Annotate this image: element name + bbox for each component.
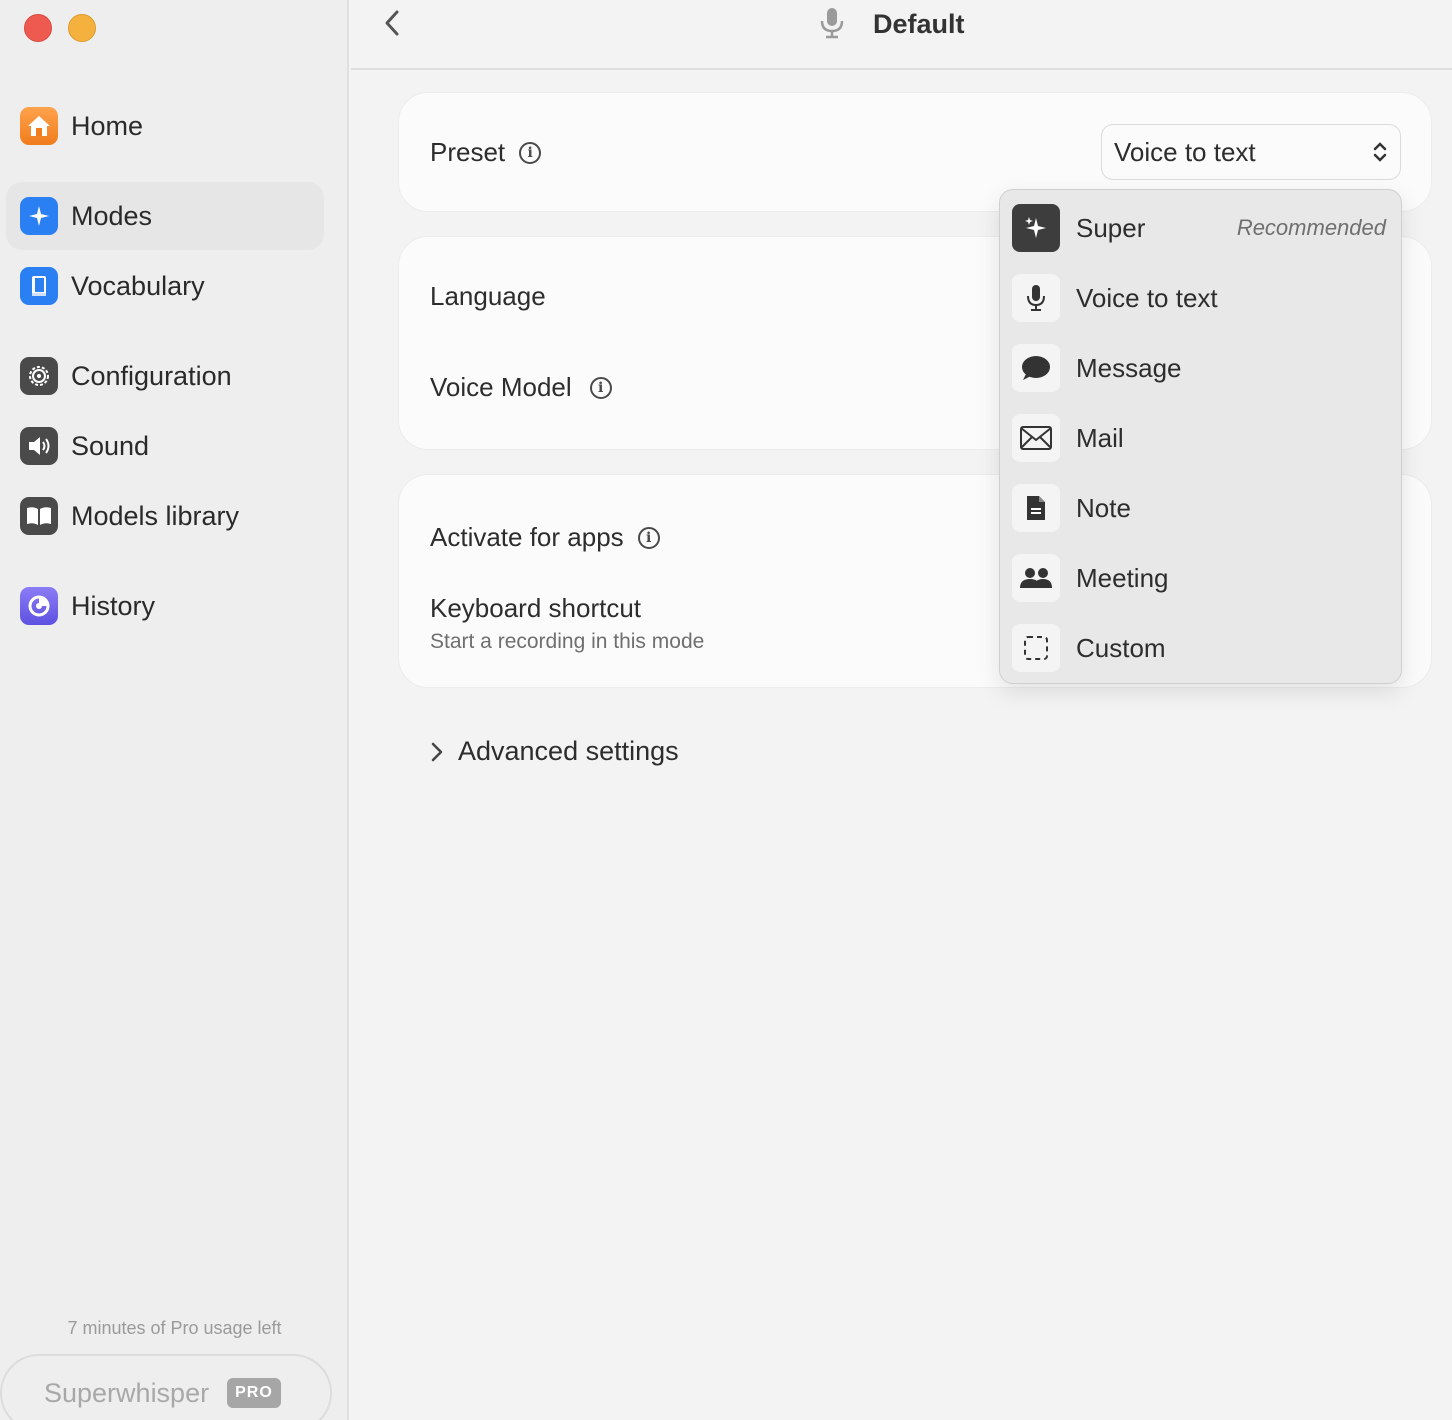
- menu-item-label: Meeting: [1076, 562, 1169, 593]
- gear-icon: [20, 357, 58, 395]
- dashed-square-icon: [1012, 624, 1060, 672]
- sidebar-item-label: Vocabulary: [71, 270, 205, 301]
- speaker-icon: [20, 427, 58, 465]
- sidebar-item-label: Configuration: [71, 360, 232, 391]
- usage-text: 7 minutes of Pro usage left: [67, 1318, 282, 1338]
- mic-icon: [819, 6, 845, 45]
- preset-row: Preset i: [430, 137, 542, 168]
- sidebar-item-home[interactable]: Home: [6, 92, 324, 160]
- page-title: Default: [873, 9, 965, 39]
- sidebar-item-label: Models library: [71, 500, 240, 531]
- activate-label: Activate for apps: [430, 522, 624, 552]
- sidebar-item-configuration[interactable]: Configuration: [6, 342, 324, 410]
- sidebar-item-vocabulary[interactable]: Vocabulary: [6, 252, 324, 320]
- menu-item-label: Custom: [1076, 632, 1166, 663]
- menu-item-label: Note: [1076, 492, 1131, 523]
- open-book-icon: [20, 497, 58, 535]
- sidebar-item-label: Sound: [71, 430, 150, 461]
- sidebar-item-label: Home: [71, 110, 144, 141]
- shortcut-label: Keyboard shortcut: [430, 593, 642, 623]
- menu-item-super[interactable]: Super Recommended: [1012, 199, 1392, 257]
- info-icon[interactable]: i: [589, 376, 612, 399]
- chevron-left-icon: [385, 10, 399, 36]
- sidebar-item-modes[interactable]: Modes: [6, 182, 324, 250]
- preset-select[interactable]: Voice to text: [1101, 124, 1401, 180]
- menu-item-label: Super: [1076, 212, 1146, 243]
- info-icon[interactable]: i: [519, 141, 542, 164]
- chat-bubble-icon: [1012, 344, 1060, 392]
- brand-name: Superwhisper: [44, 1377, 210, 1408]
- sidebar: Home Modes Vocabulary Configuration Soun…: [0, 0, 349, 1420]
- shortcut-sublabel: Start a recording in this mode: [430, 630, 705, 653]
- preset-label: Preset: [430, 137, 506, 167]
- sidebar-item-label: History: [71, 590, 156, 621]
- voice-model-label: Voice Model: [430, 372, 572, 402]
- upgrade-button[interactable]: Superwhisper PRO: [0, 1354, 332, 1420]
- document-icon: [1012, 484, 1060, 532]
- language-label: Language: [430, 281, 546, 311]
- window-controls: [24, 14, 96, 42]
- pro-badge: PRO: [227, 1378, 281, 1408]
- menu-item-note[interactable]: Note: [1012, 479, 1392, 537]
- menu-item-mail[interactable]: Mail: [1012, 409, 1392, 467]
- sidebar-item-sound[interactable]: Sound: [6, 412, 324, 480]
- close-window-button[interactable]: [24, 14, 52, 42]
- menu-item-message[interactable]: Message: [1012, 339, 1392, 397]
- sidebar-item-models-library[interactable]: Models library: [6, 482, 324, 550]
- sparkle-icon: [20, 197, 58, 235]
- chevron-updown-icon: [1373, 142, 1387, 162]
- advanced-settings-toggle[interactable]: Advanced settings: [430, 736, 679, 767]
- menu-item-label: Voice to text: [1076, 282, 1218, 313]
- sidebar-item-label: Modes: [71, 200, 153, 231]
- menu-item-label: Message: [1076, 352, 1182, 383]
- advanced-settings-label: Advanced settings: [458, 736, 679, 766]
- activate-row: Activate for apps i: [430, 522, 660, 553]
- back-button[interactable]: [381, 8, 405, 38]
- info-icon[interactable]: i: [637, 526, 660, 549]
- menu-item-meeting[interactable]: Meeting: [1012, 549, 1392, 607]
- chevron-right-icon: [431, 742, 443, 761]
- minimize-window-button[interactable]: [68, 14, 96, 42]
- book-icon: [20, 267, 58, 305]
- preset-dropdown-menu: Super Recommended Voice to text Message …: [999, 189, 1402, 684]
- menu-item-custom[interactable]: Custom: [1012, 619, 1392, 677]
- mic-icon: [1012, 274, 1060, 322]
- menu-item-voice-to-text[interactable]: Voice to text: [1012, 269, 1392, 327]
- preset-select-value: Voice to text: [1114, 136, 1256, 167]
- history-icon: [20, 587, 58, 625]
- recommended-tag: Recommended: [1236, 215, 1386, 240]
- people-icon: [1012, 554, 1060, 602]
- envelope-icon: [1012, 414, 1060, 462]
- menu-item-label: Mail: [1076, 422, 1124, 453]
- sidebar-item-history[interactable]: History: [6, 572, 324, 640]
- home-icon: [20, 107, 58, 145]
- header: Default: [351, 0, 1452, 70]
- sparkle-icon: [1012, 204, 1060, 252]
- voice-model-row: Voice Model i: [430, 372, 612, 403]
